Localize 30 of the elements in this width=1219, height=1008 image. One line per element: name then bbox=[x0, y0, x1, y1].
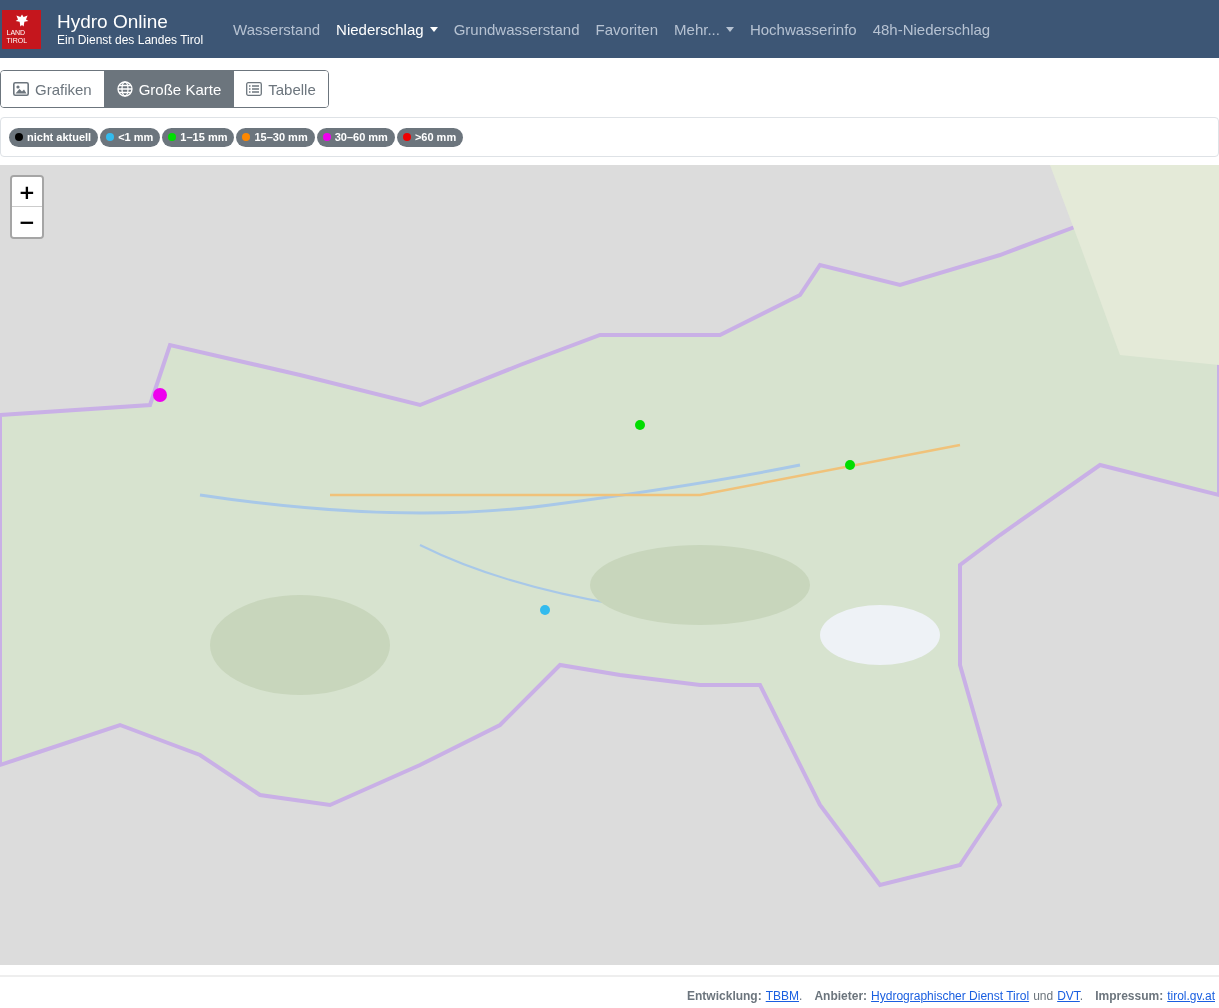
footer-link[interactable]: Hydrographischer Dienst Tirol bbox=[871, 989, 1030, 1003]
nav-link[interactable]: Niederschlag bbox=[328, 20, 446, 38]
site-subtitle: Ein Dienst des Landes Tirol bbox=[57, 33, 204, 47]
legend-label: 1–15 mm bbox=[180, 131, 228, 143]
caret-icon bbox=[725, 26, 734, 32]
globe-icon bbox=[116, 81, 133, 97]
zoom-in-button[interactable]: + bbox=[12, 177, 42, 207]
nav-link[interactable]: Hochwasserinfo bbox=[741, 20, 865, 38]
nav-link[interactable]: 48h-Niederschlag bbox=[864, 20, 999, 38]
nav-link[interactable]: Mehr... bbox=[666, 20, 742, 38]
list-icon bbox=[246, 82, 263, 96]
nav-link[interactable]: Wasserstand bbox=[225, 20, 329, 38]
footer-link[interactable]: DVT bbox=[1057, 989, 1080, 1003]
view-tab[interactable]: Grafiken bbox=[1, 71, 105, 107]
nav-link[interactable]: Favoriten bbox=[587, 20, 667, 38]
footer-link[interactable]: TBBM bbox=[765, 989, 800, 1003]
legend-label: <1 mm bbox=[118, 131, 154, 143]
image-icon bbox=[13, 82, 29, 96]
legend-label: >60 mm bbox=[414, 131, 457, 143]
footer-link[interactable]: tirol.gv.at bbox=[1167, 989, 1215, 1003]
view-tab[interactable]: Große Karte bbox=[104, 71, 235, 107]
legend-label: 15–30 mm bbox=[254, 131, 308, 143]
footer-credits: Entwicklung: TBBM. Anbieter: Hydrographischer Dienst Tirol und DVT. Impressum: tirol.gv.at bbox=[687, 989, 1216, 1003]
eagle-icon bbox=[13, 12, 30, 29]
site-title[interactable]: Hydro Online bbox=[57, 11, 204, 33]
caret-icon bbox=[429, 26, 438, 32]
zoom-out-button[interactable]: − bbox=[12, 207, 42, 237]
nav-link[interactable]: Grundwasserstand bbox=[445, 20, 588, 38]
legend-label: 30–60 mm bbox=[334, 131, 388, 143]
legend-label: nicht aktuell bbox=[27, 131, 92, 143]
